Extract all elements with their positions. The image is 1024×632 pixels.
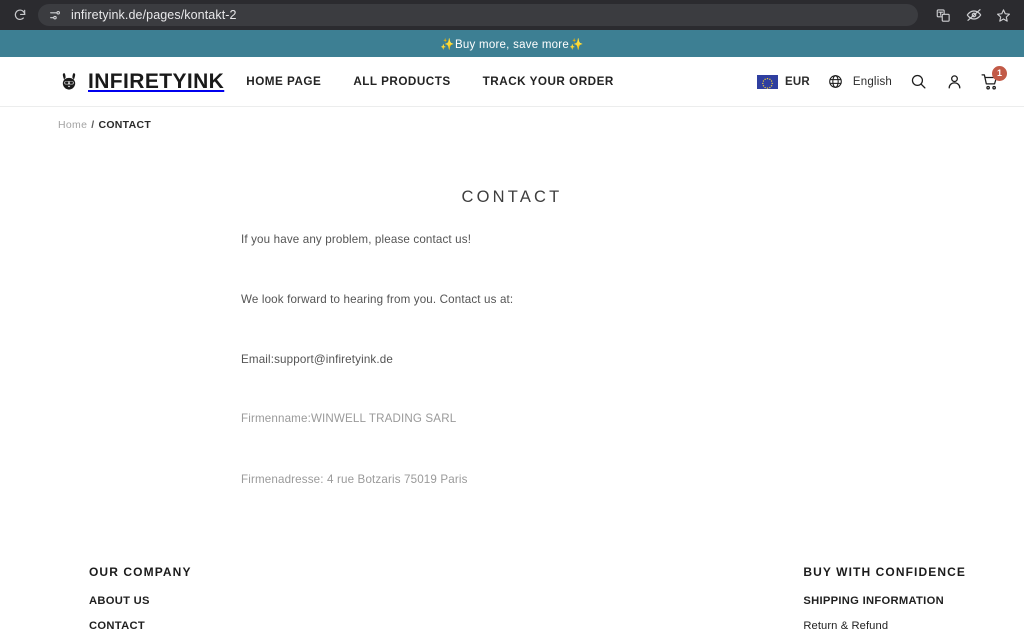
brand-name: INFIRETYINK — [88, 69, 225, 93]
address-bar-url: infiretyink.de/pages/kontakt-2 — [71, 8, 237, 22]
breadcrumb-home-link[interactable]: Home — [58, 119, 87, 131]
tune-icon[interactable] — [48, 8, 62, 22]
main-content: CONTACT If you have any problem, please … — [0, 188, 1024, 488]
footer-column-buy-with-confidence: BUY WITH CONFIDENCE SHIPPING INFORMATION… — [803, 565, 966, 632]
language-selector[interactable]: English — [826, 72, 892, 92]
footer-link-about-us[interactable]: ABOUT US — [89, 595, 192, 607]
nav-item-all-products[interactable]: ALL PRODUCTS — [353, 75, 450, 88]
footer-link-return-refund[interactable]: Return & Refund — [803, 620, 888, 632]
language-label: English — [852, 75, 892, 88]
page-title: CONTACT — [461, 188, 563, 206]
nav-item-home-page[interactable]: HOME PAGE — [246, 75, 321, 88]
browser-toolbar: infiretyink.de/pages/kontakt-2 — [0, 0, 1024, 30]
site-header: INFIRETYINK HOME PAGE ALL PRODUCTS TRACK… — [0, 57, 1024, 107]
translate-icon[interactable] — [935, 7, 952, 24]
brand-logo[interactable]: INFIRETYINK — [58, 70, 224, 94]
footer-link-contact[interactable]: CONTACT — [89, 620, 192, 632]
footer-column-title: OUR COMPANY — [89, 564, 192, 579]
bunny-sunglasses-icon — [58, 71, 80, 93]
currency-selector[interactable]: EUR — [756, 74, 810, 89]
reload-icon[interactable] — [10, 5, 30, 25]
cart-count-badge: 1 — [992, 65, 1007, 81]
footer-link-shipping-information[interactable]: SHIPPING INFORMATION — [803, 595, 944, 607]
address-bar[interactable]: infiretyink.de/pages/kontakt-2 — [38, 4, 918, 26]
currency-label: EUR — [784, 75, 810, 88]
nav-item-track-your-order[interactable]: TRACK YOUR ORDER — [483, 75, 614, 88]
search-icon[interactable] — [908, 72, 928, 92]
browser-action-icons — [935, 0, 1012, 30]
globe-icon — [826, 72, 846, 92]
contact-line-company-name: Firmenname:WINWELL TRADING SARL — [241, 412, 457, 426]
announcement-text: ✨Buy more, save more✨ — [440, 38, 584, 51]
bookmark-star-icon[interactable] — [995, 7, 1012, 24]
header-utilities: EUR English 1 — [756, 65, 1007, 92]
footer-column-title: BUY WITH CONFIDENCE — [803, 564, 966, 579]
main-navigation: HOME PAGE ALL PRODUCTS TRACK YOUR ORDER — [246, 75, 614, 88]
announcement-bar: ✨Buy more, save more✨ — [0, 30, 1024, 57]
contact-line-email: Email:support@infiretyink.de — [241, 352, 393, 366]
contact-line-company-address: Firmenadresse: 4 rue Botzaris 75019 Pari… — [241, 472, 468, 486]
eye-off-icon[interactable] — [965, 7, 982, 24]
footer-column-our-company: OUR COMPANY ABOUT US CONTACT — [89, 565, 192, 632]
contact-line-look-forward: We look forward to hearing from you. Con… — [241, 293, 514, 307]
account-person-icon[interactable] — [944, 72, 964, 92]
breadcrumb-current: CONTACT — [98, 119, 152, 131]
contact-line-problem: If you have any problem, please contact … — [241, 233, 472, 246]
breadcrumb: Home / CONTACT — [0, 107, 1024, 131]
breadcrumb-separator: / — [91, 119, 95, 131]
contact-details: If you have any problem, please contact … — [0, 231, 1024, 488]
site-footer: OUR COMPANY ABOUT US CONTACT BUY WITH CO… — [0, 565, 1024, 632]
eu-flag-icon — [756, 74, 778, 89]
shopping-cart-icon[interactable]: 1 — [980, 65, 1007, 92]
